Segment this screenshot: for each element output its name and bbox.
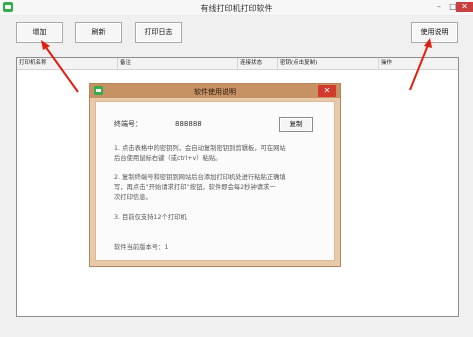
instruction-2-line-3: 次打印信息。 xyxy=(114,194,152,201)
instruction-1-line-2: 后台使用鼠标右键（或ctrl+v）粘贴。 xyxy=(114,155,222,162)
arrow-to-usage-button xyxy=(409,38,432,91)
arrow-to-add-button xyxy=(41,40,79,93)
terminal-value: 888888 xyxy=(175,120,202,128)
dialog-title: 软件使用说明 xyxy=(194,88,236,96)
version-text: 软件当前版本号：1 xyxy=(114,244,169,251)
instruction-2-line-1: 2. 复制终端号和密钥到网站后台添加打印机处进行粘贴正确填 xyxy=(114,174,286,181)
dialog-body: 终端号： 888888 复制 1. 点击表格中的密钥列，会自动复制密钥到剪辑板，… xyxy=(95,101,335,261)
instruction-1-line-1: 1. 点击表格中的密钥列，会自动复制密钥到剪辑板，可在网站 xyxy=(114,145,286,152)
instruction-3: 3. 目前仅支持12个打印机 xyxy=(114,214,187,221)
usage-dialog: 软件使用说明 ✕ 终端号： 888888 复制 1. 点击表格中的密钥列，会自动… xyxy=(89,83,341,267)
terminal-label: 终端号： xyxy=(114,120,142,128)
dialog-close-icon[interactable]: ✕ xyxy=(318,85,336,97)
instruction-2-line-2: 写，再点击“开始请求打印”按钮，软件即会每2秒钟请求一 xyxy=(114,184,276,191)
copy-button[interactable]: 复制 xyxy=(279,117,313,132)
dialog-title-bar: 软件使用说明 ✕ xyxy=(90,84,340,98)
